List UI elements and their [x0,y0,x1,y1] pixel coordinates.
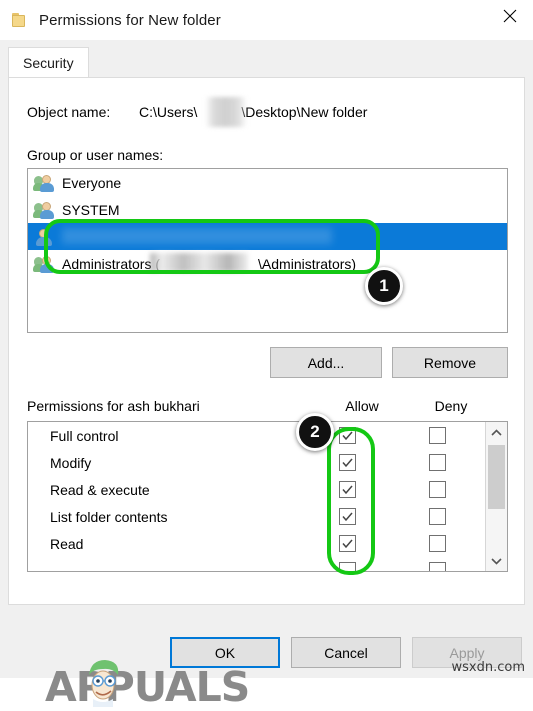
deny-checkbox[interactable] [429,562,446,571]
group-user-names-label: Group or user names: [27,147,164,163]
deny-column-header: Deny [434,398,468,414]
administrators-domain-redaction [150,253,248,272]
table-row[interactable]: Read & execute [28,476,507,503]
close-icon[interactable] [487,0,533,32]
allow-checkbox[interactable] [339,481,356,498]
administrators-suffix: \Administrators) [258,255,357,272]
appuals-watermark-text: APPUALS [45,663,250,711]
chevron-up-icon[interactable] [486,422,507,443]
object-name-redaction [205,97,247,127]
allow-checkbox[interactable] [339,454,356,471]
window-title: Permissions for New folder [39,11,221,29]
group-user-names-list[interactable]: Everyone SYSTEM Administrators (\Admini… [27,168,508,333]
security-panel: Object name: C:\Users\ \Desktop\New folde… [8,77,525,711]
object-name-label: Object name: [27,104,111,120]
appuals-watermark: APPUALS [45,660,265,711]
deny-checkbox[interactable] [429,535,446,552]
scrollbar[interactable] [485,422,507,571]
object-name-suffix: \Desktop\New folder [241,104,368,120]
table-row[interactable]: Modify [28,449,507,476]
list-item[interactable]: SYSTEM [28,196,507,223]
permissions-list[interactable]: Full control Modify Read & execute List … [27,421,508,572]
apply-button: Apply [412,637,522,668]
list-item[interactable]: Everyone [28,169,507,196]
administrators-prefix: Administrators ( [62,255,161,272]
tab-strip: Security [0,40,533,78]
remove-button[interactable]: Remove [392,347,508,378]
group-icon [33,173,55,192]
cancel-button[interactable]: Cancel [291,637,401,668]
table-row[interactable]: Full control [28,422,507,449]
permissions-dialog: Permissions for New folder Security Obje… [0,0,533,711]
chevron-down-icon[interactable] [486,550,507,571]
allow-checkbox[interactable] [339,535,356,552]
object-name-value: C:\Users\ \Desktop\New folder [139,104,367,120]
table-row[interactable]: List folder contents [28,503,507,530]
permission-label: Full control [50,427,119,444]
appuals-mascot-icon [89,660,119,707]
list-item-label: SYSTEM [62,201,120,218]
user-icon [34,227,55,246]
table-row[interactable]: Read [28,530,507,557]
add-button[interactable]: Add... [270,347,382,378]
deny-checkbox[interactable] [429,427,446,444]
ok-button[interactable]: OK [170,637,280,668]
permission-label: Read [50,535,84,552]
object-name-prefix: C:\Users\ [139,104,198,120]
table-row-partial[interactable] [28,557,507,571]
allow-checkbox[interactable] [339,427,356,444]
permission-label: List folder contents [50,508,168,525]
group-icon [33,200,55,219]
title-bar: Permissions for New folder [0,0,533,40]
permission-label: Modify [50,454,92,471]
allow-checkbox[interactable] [339,562,356,571]
list-item[interactable]: Administrators ( \Administrators) [28,250,507,277]
deny-checkbox[interactable] [429,481,446,498]
tab-security[interactable]: Security [8,47,89,78]
deny-checkbox[interactable] [429,454,446,471]
permission-label: Read & execute [50,481,150,498]
folder-icon [12,13,28,27]
deny-checkbox[interactable] [429,508,446,525]
allow-column-header: Allow [345,398,379,414]
group-icon [33,254,55,273]
selected-user-redaction [62,228,332,244]
permissions-for-label: Permissions for ash bukhari [27,398,200,414]
list-item-selected[interactable] [28,223,507,250]
allow-checkbox[interactable] [339,508,356,525]
scrollbar-thumb[interactable] [488,445,505,509]
list-item-label: Everyone [62,174,122,191]
